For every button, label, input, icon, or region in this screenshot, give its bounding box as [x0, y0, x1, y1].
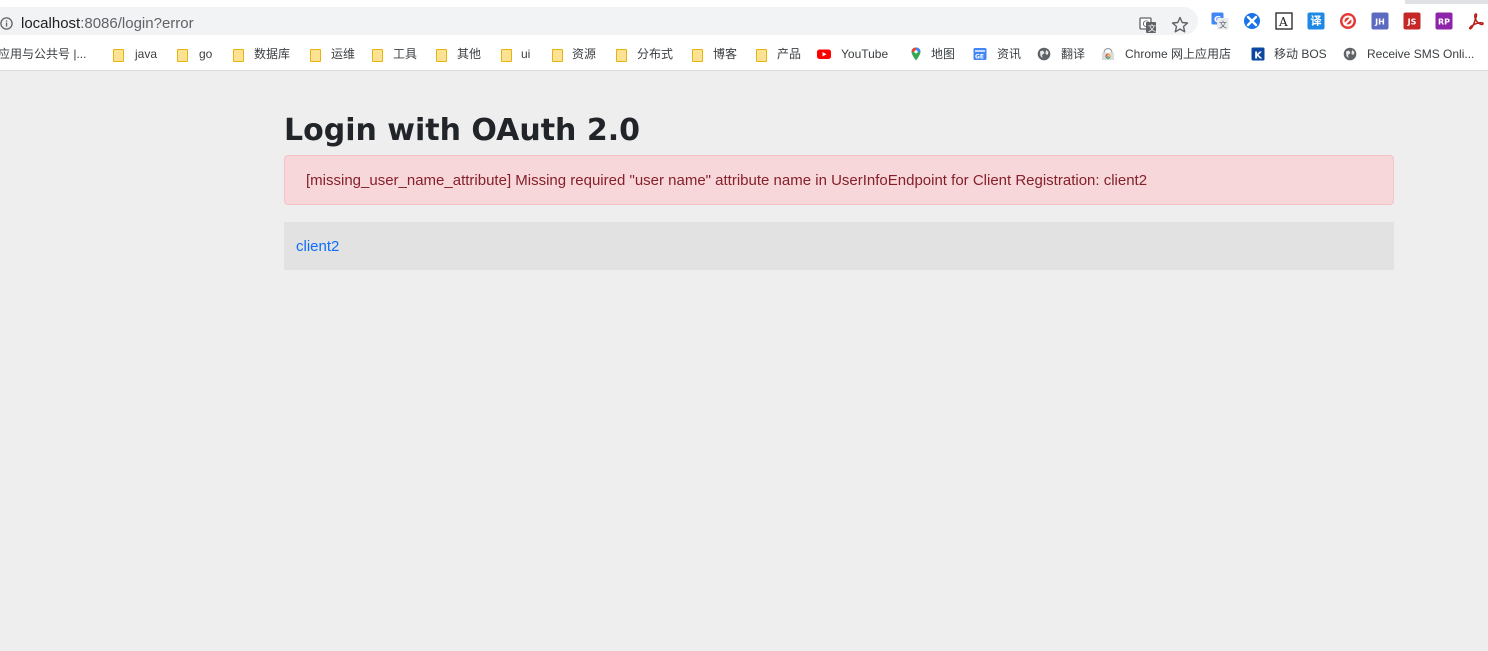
rp-extension-icon[interactable]: RP: [1435, 12, 1453, 30]
news-icon: GE: [973, 47, 987, 61]
translate-extension-icon[interactable]: 译: [1307, 12, 1325, 30]
bookmark-label: 移动 BOS: [1274, 47, 1327, 61]
bookmark-label: ui: [521, 47, 531, 61]
a-dictionary-icon[interactable]: A: [1275, 12, 1293, 30]
folder-icon: [551, 47, 565, 62]
folder-icon: [500, 47, 514, 62]
folder-icon: [435, 47, 449, 62]
pdf-extension-icon[interactable]: [1467, 12, 1485, 30]
bookmark-star-icon[interactable]: [1171, 16, 1189, 34]
svg-text:RP: RP: [1438, 18, 1450, 27]
svg-text:GE: GE: [975, 54, 984, 61]
bookmark-label: 运维: [331, 47, 356, 61]
bookmark-label: 翻译: [1061, 47, 1086, 61]
webstore-icon: [1101, 47, 1115, 61]
globe-icon: [1343, 47, 1357, 61]
maps-icon: [909, 47, 923, 61]
svg-text:JS: JS: [1407, 18, 1417, 27]
client-link-client2[interactable]: client2: [296, 237, 339, 257]
blue-circle-extension-icon[interactable]: [1243, 12, 1261, 30]
error-message: [missing_user_name_attribute] Missing re…: [306, 172, 1148, 189]
svg-text:A: A: [1278, 15, 1288, 29]
bookmark-label: java: [135, 47, 158, 61]
bookmark-label: 数据库: [254, 47, 291, 61]
client-list: client2: [284, 222, 1394, 270]
url-host: localhost: [21, 15, 81, 32]
error-alert: [missing_user_name_attribute] Missing re…: [284, 155, 1394, 205]
folder-icon: [112, 47, 126, 62]
bookmark-label: YouTube: [841, 47, 889, 61]
bookmark-label: 地图: [931, 47, 956, 61]
svg-text:JH: JH: [1374, 18, 1385, 27]
bookmark-label: 工具: [393, 47, 418, 61]
bookmark-label: 资源: [572, 47, 597, 61]
translate-page-icon[interactable]: G 文: [1139, 16, 1157, 34]
folder-icon: [371, 47, 385, 62]
browser-toolbar: localhost:8086/login?error G 文 G文 A 译 JH JS R…: [0, 4, 1488, 38]
js-extension-icon[interactable]: JS: [1403, 12, 1421, 30]
address-bar[interactable]: localhost:8086/login?error G 文: [0, 7, 1198, 35]
bookmark-label: Receive SMS Onli...: [1367, 47, 1475, 61]
bookmark-label: 应用与公共号 |...: [0, 47, 87, 61]
youtube-icon: [817, 47, 831, 61]
folder-icon: [691, 47, 705, 62]
globe-icon: [1037, 47, 1051, 61]
k-icon: K: [1251, 47, 1265, 61]
bookmark-label: 博客: [713, 47, 738, 61]
google-translate-icon[interactable]: G文: [1211, 12, 1229, 30]
bookmark-label: go: [199, 47, 213, 61]
folder-icon: [309, 47, 323, 62]
page-title: Login with OAuth 2.0: [284, 113, 640, 148]
red-circle-extension-icon[interactable]: [1339, 12, 1357, 30]
bookmark-label: 资讯: [997, 47, 1022, 61]
folder-icon: [176, 47, 190, 62]
url-text[interactable]: localhost:8086/login?error: [21, 15, 194, 33]
folder-icon: [232, 47, 246, 62]
bookmark-label: 产品: [777, 47, 802, 61]
site-info-icon[interactable]: [0, 17, 13, 30]
folder-icon: [755, 47, 769, 62]
folder-icon: [615, 47, 629, 62]
svg-text:文: 文: [1219, 20, 1227, 30]
svg-text:译: 译: [1311, 15, 1323, 28]
url-path: :8086/login?error: [80, 15, 194, 32]
bookmark-label: 分布式: [637, 47, 674, 61]
bookmark-label: 其他: [457, 47, 482, 61]
bookmarks-bar: 应用与公共号 |... java go 数据库 运维 工具 其他 ui 资源 分布式 博客 产品 You…: [0, 38, 1488, 71]
svg-text:K: K: [1254, 50, 1263, 61]
bookmark-label: Chrome 网上应用店: [1125, 47, 1232, 61]
jh-extension-icon[interactable]: JH: [1371, 12, 1389, 30]
svg-text:文: 文: [1148, 23, 1156, 33]
